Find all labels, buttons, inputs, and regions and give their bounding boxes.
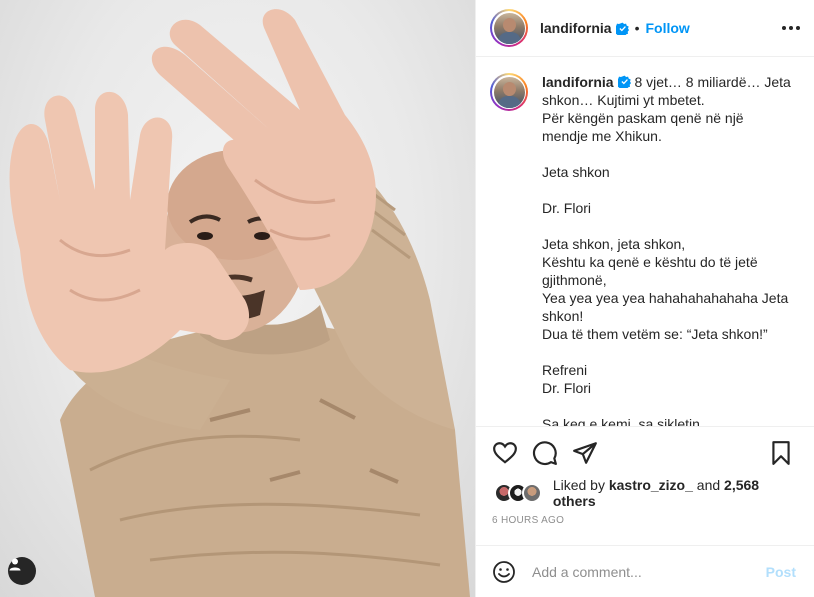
post-details-panel: landifornia • Follow landifornia 8 vjet…… (475, 0, 814, 597)
avatar-image (493, 12, 525, 44)
post-comment-button[interactable]: Post (766, 564, 796, 580)
instagram-post: landifornia • Follow landifornia 8 vjet…… (0, 0, 814, 597)
likes-text: Liked by kastro_zizo_ and 2,568 others (553, 477, 800, 509)
likes-middle: and (692, 477, 725, 493)
caption-avatar-image (493, 76, 525, 108)
caption-line: Dr. Flori (542, 200, 591, 216)
avatar[interactable] (490, 9, 528, 47)
caption-line (542, 217, 794, 235)
caption-text: landifornia 8 vjet… 8 miliardë… Jeta shk… (542, 73, 794, 426)
post-timestamp[interactable]: 6 HOURS AGO (476, 507, 814, 537)
comment-input[interactable] (532, 563, 766, 580)
caption-line: Jeta shkon (542, 164, 610, 180)
tagged-user-button[interactable] (8, 557, 36, 585)
liker-avatar (522, 483, 542, 503)
caption-body: shkon… Kujtimi yt mbetet. Për këngën pask… (542, 91, 794, 427)
caption-line: Refreni (542, 362, 588, 378)
comment-icon[interactable] (532, 440, 558, 466)
caption-line: Për këngën paskam qenë në një (542, 110, 744, 126)
more-horizontal-icon[interactable] (782, 20, 800, 36)
user-icon (9, 558, 21, 571)
caption-line: Dua të them vetëm se: “Jeta shkon!” (542, 326, 768, 342)
caption-verified-badge-icon (617, 75, 631, 88)
likes-row: Liked by kastro_zizo_ and 2,568 others (476, 477, 814, 509)
bookmark-icon[interactable] (768, 440, 794, 466)
liker-username[interactable]: kastro_zizo_ (609, 477, 693, 493)
follow-button[interactable]: Follow (645, 20, 689, 36)
caption-line (542, 343, 794, 361)
heart-icon[interactable] (492, 440, 518, 466)
post-photo[interactable] (0, 0, 475, 597)
header-username[interactable]: landifornia (540, 20, 612, 36)
caption-line: shkon! (542, 308, 584, 324)
caption-avatar[interactable] (490, 73, 528, 111)
caption-line: Dr. Flori (542, 380, 591, 396)
caption-line: Yea yea yea yea hahahahahahaha Jeta (542, 290, 789, 306)
caption-line: gjithmonë, (542, 272, 607, 288)
likes-prefix: Liked by (552, 477, 609, 493)
caption-username[interactable]: landifornia (542, 74, 614, 90)
photo-illustration (9, 9, 470, 597)
verified-badge-icon (615, 22, 629, 35)
action-bar (476, 427, 814, 479)
caption-line: Kështu ka qenë e kështu do të jetë (542, 254, 758, 270)
separator-dot: • (634, 20, 640, 36)
caption-line (542, 397, 794, 415)
caption-first-line: 8 vjet… 8 miliardë… Jeta (630, 74, 791, 90)
caption-area: landifornia 8 vjet… 8 miliardë… Jeta shk… (476, 57, 814, 427)
caption-line: shkon… Kujtimi yt mbetet. (542, 92, 705, 108)
share-icon[interactable] (572, 440, 598, 466)
caption-line: Jeta shkon, jeta shkon, (542, 236, 686, 252)
emoji-icon[interactable] (492, 560, 516, 584)
caption-line (542, 181, 794, 199)
caption-line: mendje me Xhikun. (542, 128, 662, 144)
comment-box: Post (476, 545, 814, 597)
post-header: landifornia • Follow (476, 0, 814, 57)
liker-avatars[interactable] (494, 482, 545, 504)
caption-line: Sa keq e kemi, sa sikletin (542, 416, 700, 427)
caption-line (542, 145, 794, 163)
